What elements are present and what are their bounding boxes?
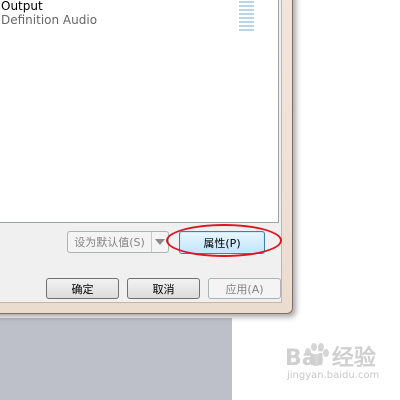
volume-level-meter <box>239 1 254 31</box>
ok-button[interactable]: 确定 <box>46 278 119 299</box>
apply-button[interactable]: 应用(A) <box>208 278 281 299</box>
device-subtitle: Definition Audio <box>1 13 98 27</box>
playback-device-list[interactable]: Output Definition Audio <box>0 0 279 223</box>
watermark-logo-text: Bai 经验 <box>285 346 376 371</box>
set-default-split-button[interactable]: 设为默认值(S) <box>67 231 169 253</box>
red-highlight-circle <box>166 224 282 257</box>
device-name: Output <box>1 0 43 13</box>
desktop-background <box>0 318 232 400</box>
watermark-url: jingyan.baidu.com <box>287 370 380 381</box>
cancel-button[interactable]: 取消 <box>127 278 200 299</box>
set-default-button[interactable]: 设为默认值(S) <box>68 232 152 252</box>
